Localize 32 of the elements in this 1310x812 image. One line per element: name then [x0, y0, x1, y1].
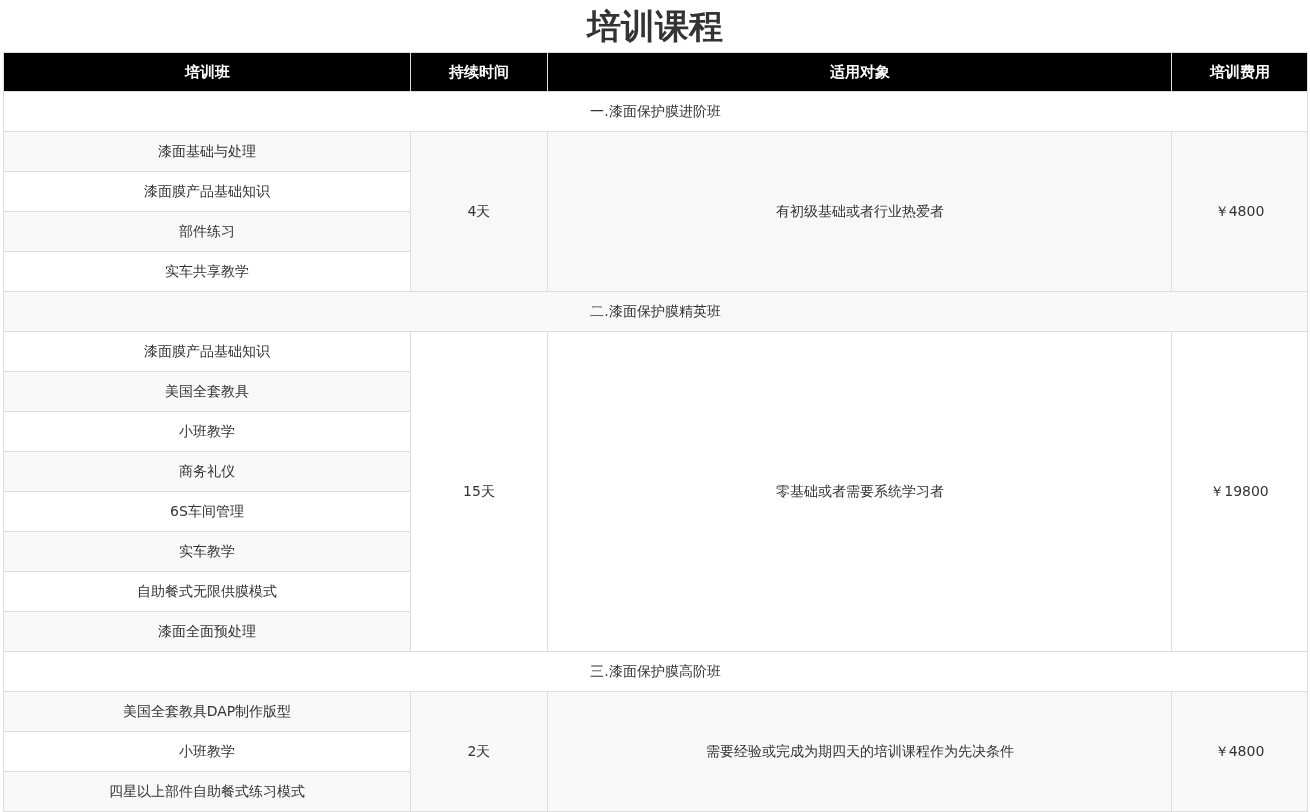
table-cell: 小班教学 — [3, 411, 411, 452]
table-cell: 小班教学 — [3, 731, 411, 772]
table-cell: 美国全套教具 — [3, 371, 411, 412]
table-cell: 4天 — [410, 131, 548, 292]
table-cell: 美国全套教具DAP制作版型 — [3, 691, 411, 732]
table-cell: 需要经验或完成为期四天的培训课程作为先决条件 — [547, 691, 1172, 812]
table-cell: 2天 — [410, 691, 548, 812]
table-cell: 漆面膜产品基础知识 — [3, 331, 411, 372]
section-title: 一.漆面保护膜进阶班 — [3, 91, 1308, 132]
table-cell: 部件练习 — [3, 211, 411, 252]
table-cell: 6S车间管理 — [3, 491, 411, 532]
section-title: 三.漆面保护膜高阶班 — [3, 651, 1308, 692]
section-title: 二.漆面保护膜精英班 — [3, 291, 1308, 332]
column-header: 培训费用 — [1171, 52, 1308, 92]
table-cell: 实车教学 — [3, 531, 411, 572]
table-cell: 实车共享教学 — [3, 251, 411, 292]
table-cell: ￥4800 — [1171, 691, 1308, 812]
table-cell: ￥19800 — [1171, 331, 1308, 652]
table-cell: 有初级基础或者行业热爱者 — [547, 131, 1172, 292]
table-cell: 四星以上部件自助餐式练习模式 — [3, 771, 411, 812]
column-header: 适用对象 — [547, 52, 1172, 92]
table-cell: ￥4800 — [1171, 131, 1308, 292]
table-cell: 15天 — [410, 331, 548, 652]
column-header: 持续时间 — [410, 52, 548, 92]
table-cell: 商务礼仪 — [3, 451, 411, 492]
table-cell: 漆面基础与处理 — [3, 131, 411, 172]
table-cell: 自助餐式无限供膜模式 — [3, 571, 411, 612]
page-title: 培训课程 — [585, 5, 724, 48]
column-header: 培训班 — [3, 52, 411, 92]
table-cell: 漆面全面预处理 — [3, 611, 411, 652]
table-cell: 零基础或者需要系统学习者 — [547, 331, 1172, 652]
table-cell: 漆面膜产品基础知识 — [3, 171, 411, 212]
